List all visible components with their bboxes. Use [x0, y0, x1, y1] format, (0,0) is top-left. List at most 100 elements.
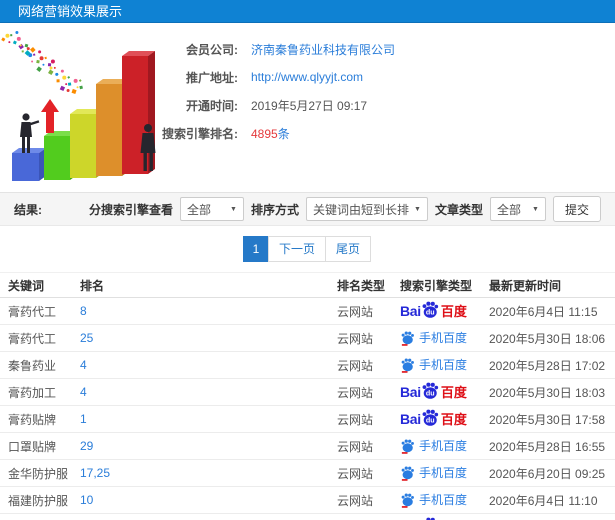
baidu-mobile-logo: 手机百度 — [400, 466, 467, 481]
growth-arrow — [41, 99, 59, 133]
next-page-button[interactable]: 下一页 — [267, 236, 326, 262]
table-row: 膏药加工 4 云网站 Bai du 百度 2020年5月30日 18:03 — [0, 379, 615, 406]
info-row: 搜索引擎排名: 4895条 — [118, 119, 395, 147]
svg-text:du: du — [426, 308, 435, 316]
engine-cell: 手机百度 — [400, 493, 489, 508]
table-row: 秦鲁药业 4 云网站 手机百度 2020年5月28日 17:02 — [0, 352, 615, 379]
last-page-button[interactable]: 尾页 — [325, 236, 372, 262]
rank-cell[interactable]: 25 — [80, 331, 337, 345]
info-value[interactable]: 济南秦鲁药业科技有限公司 — [251, 41, 395, 58]
caret-down-icon: ▼ — [230, 205, 237, 213]
rank-type-cell: 云网站 — [337, 439, 374, 454]
result-label: 结果: — [14, 202, 42, 217]
engine-cell: 手机百度 — [400, 331, 489, 346]
confetti-dot — [10, 34, 13, 37]
info-row: 开通时间: 2019年5月27日 09:17 — [118, 91, 395, 119]
rank-count-unit: 条 — [277, 126, 290, 141]
baidu-paw-icon: du — [422, 409, 439, 426]
confetti-dot — [1, 37, 6, 42]
rank-type-cell: 云网站 — [337, 385, 374, 400]
baidu-mobile-logo: 手机百度 — [400, 331, 467, 346]
baidu-paw-icon: du — [422, 382, 439, 399]
sort-filter-select[interactable]: 关键词由短到长排序 ▼ — [305, 197, 428, 221]
rank-cell[interactable]: 8 — [80, 304, 337, 318]
confetti-dot — [50, 59, 55, 64]
baidu-mobile-label: 手机百度 — [419, 331, 468, 345]
baidu-logo-cn: 百度 — [440, 303, 467, 319]
confetti-dots — [1, 30, 83, 94]
confetti-dot — [38, 50, 42, 54]
rank-cell[interactable]: 4 — [80, 358, 337, 372]
baidu-mobile-label: 手机百度 — [419, 493, 468, 507]
confetti-dot — [65, 83, 68, 86]
baidu-paw-icon — [401, 439, 414, 454]
confetti-dot — [32, 53, 36, 56]
confetti-dot — [42, 63, 45, 66]
page-title: 网络营销效果展示 — [18, 4, 123, 19]
updated-time-cell: 2020年5月28日 17:02 — [489, 358, 606, 373]
caret-down-icon: ▼ — [414, 205, 421, 213]
updated-time-cell: 2020年5月30日 18:03 — [489, 385, 606, 400]
confetti-dot — [67, 82, 72, 86]
confetti-dot — [24, 43, 29, 48]
confetti-dot — [62, 75, 67, 80]
engine-cell: Baidu百度 — [400, 517, 489, 520]
table-row: 金华防护服 17,25 云网站 手机百度 2020年6月20日 09:25 — [0, 460, 615, 487]
baidu-logo-bai: Bai — [400, 303, 421, 319]
keyword-cell: 秦鲁药业 — [8, 358, 57, 373]
confetti-dot — [78, 79, 82, 82]
rank-cell[interactable]: 29 — [80, 439, 337, 453]
rank-cell[interactable]: 17,25 — [80, 466, 337, 480]
confetti-dot — [49, 66, 53, 70]
page-button-1[interactable]: 1 — [242, 236, 269, 262]
search-engine-rank-value: 4895条 — [251, 125, 290, 142]
filter-bar: 结果: 分搜索引擎查看 全部 ▼ 排序方式 关键词由短到长排序 ▼ 文章类型 全… — [0, 192, 615, 226]
confetti-dot — [55, 72, 59, 76]
confetti-dot — [29, 47, 36, 53]
engine-filter-select[interactable]: 全部 ▼ — [179, 197, 244, 221]
confetti-dot — [47, 63, 52, 67]
confetti-dot — [44, 56, 47, 60]
rank-type-cell: 云网站 — [337, 331, 374, 346]
article-type-select[interactable]: 全部 ▼ — [489, 197, 546, 221]
rank-count: 4895 — [251, 126, 278, 141]
baidu-paw-icon — [401, 466, 414, 481]
confetti-dot — [53, 66, 56, 69]
sort-filter-label: 排序方式 — [250, 202, 299, 217]
confetti-dot — [19, 44, 22, 47]
info-label: 搜索引擎排名: — [162, 126, 238, 141]
info-label: 开通时间: — [186, 98, 238, 113]
confetti-dot — [12, 40, 17, 45]
baidu-pc-logo: Baidu 百度 — [400, 409, 467, 430]
updated-time-cell: 2020年6月4日 11:15 — [489, 304, 598, 319]
baidu-paw-icon — [401, 493, 414, 508]
confetti-dot — [66, 89, 70, 93]
column-header: 搜索引擎类型 — [400, 278, 473, 293]
sort-filter-value: 关键词由短到长排序 — [312, 202, 409, 217]
caret-down-icon: ▼ — [532, 205, 539, 213]
baidu-mobile-logo: 手机百度 — [400, 358, 467, 373]
rank-cell[interactable]: 4 — [80, 385, 337, 399]
column-header: 最新更新时间 — [489, 278, 562, 293]
baidu-logo-cn: 百度 — [440, 411, 467, 427]
confetti-dot — [56, 79, 60, 83]
baidu-paw-icon: du — [422, 301, 439, 318]
table-row: 膏药代工 25 云网站 手机百度 2020年5月30日 18:06 — [0, 325, 615, 352]
keyword-cell: 膏药加工 — [8, 385, 57, 400]
engine-cell: 手机百度 — [400, 358, 489, 373]
confetti-dot — [67, 76, 71, 79]
confetti-dot — [59, 85, 66, 92]
rank-cell[interactable]: 10 — [80, 493, 337, 507]
confetti-dot — [5, 33, 10, 38]
keyword-ranking-table: 关键词 排名 排名类型 搜索引擎类型 最新更新时间 膏药代工 8 云网站 Bai du 百度 202… — [0, 272, 615, 520]
keyword-cell: 金华防护服 — [8, 466, 69, 481]
keyword-cell: 口罩贴牌 — [8, 439, 57, 454]
submit-button[interactable]: 提交 — [552, 196, 601, 222]
confetti-dot — [39, 56, 44, 61]
rank-cell[interactable]: 1 — [80, 412, 337, 426]
info-value[interactable]: http://www.qlyyjt.com — [251, 70, 363, 84]
updated-time-cell: 2020年5月30日 17:58 — [489, 412, 606, 427]
table-row: 膏药贴牌 1 云网站 Bai du 百度 2020年5月30日 17:58 — [0, 406, 615, 433]
confetti-dot — [8, 41, 11, 44]
engine-cell: 手机百度 — [400, 466, 489, 481]
